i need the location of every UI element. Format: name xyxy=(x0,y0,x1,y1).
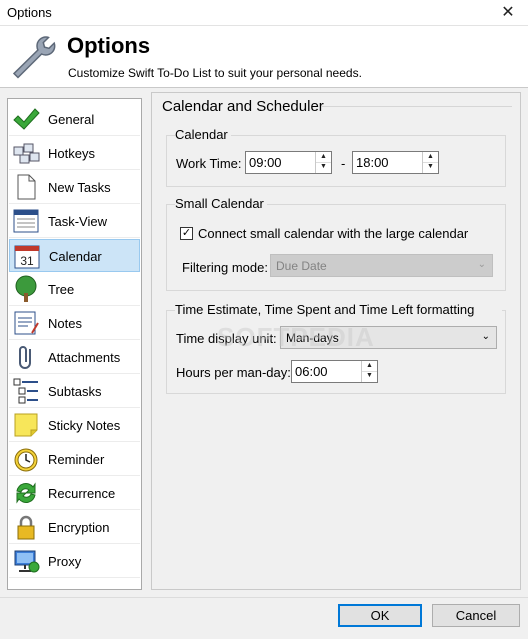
task-view-icon xyxy=(13,209,39,233)
options-category-list: General Hotkeys New Tasks Task-View 31 C… xyxy=(7,98,142,590)
page-title: Options xyxy=(67,33,151,58)
close-icon[interactable]: ✕ xyxy=(488,0,528,26)
small-calendar-group: Small Calendar ✓ Connect small calendar … xyxy=(166,196,506,291)
sidebar-item-general[interactable]: General xyxy=(9,103,140,136)
sidebar-item-label: Subtasks xyxy=(48,384,102,399)
chevron-down-icon: ⌄ xyxy=(477,259,486,270)
group-border xyxy=(265,204,505,205)
sidebar-item-label: Calendar xyxy=(49,249,102,264)
spinner-buttons: ▲ ▼ xyxy=(422,152,438,173)
sidebar-item-attachments[interactable]: Attachments xyxy=(9,341,140,374)
title-bar: Options ✕ xyxy=(0,0,528,26)
sidebar-item-recurrence[interactable]: Recurrence xyxy=(9,477,140,510)
spinner-buttons: ▲ ▼ xyxy=(315,152,331,173)
connect-calendar-checkbox[interactable]: ✓ xyxy=(180,227,193,240)
sidebar-item-label: Recurrence xyxy=(48,486,116,501)
section-title-divider xyxy=(322,106,512,107)
sidebar-item-notes[interactable]: Notes xyxy=(9,307,140,340)
sidebar-item-reminder[interactable]: Reminder xyxy=(9,443,140,476)
recurrence-icon xyxy=(16,482,36,504)
work-time-label: Work Time: xyxy=(176,156,242,171)
sidebar-item-label: Task-View xyxy=(48,214,108,229)
wrench-icon xyxy=(12,36,56,79)
small-calendar-group-title: Small Calendar xyxy=(175,196,267,211)
spinner-buttons: ▲ ▼ xyxy=(361,361,377,382)
checkmark-icon xyxy=(13,108,40,130)
calendar-day-text: 31 xyxy=(20,254,34,268)
tree-icon xyxy=(15,275,37,302)
cancel-button[interactable]: Cancel xyxy=(432,604,520,627)
ok-button[interactable]: OK xyxy=(338,604,422,627)
connect-calendar-label[interactable]: Connect small calendar with the large ca… xyxy=(198,226,468,241)
spin-down-icon[interactable]: ▼ xyxy=(316,162,331,172)
sidebar-item-tree[interactable]: Tree xyxy=(9,273,140,306)
notes-icon xyxy=(14,311,39,335)
calendar-group-title: Calendar xyxy=(175,127,231,142)
calendar-icon: 31 xyxy=(14,245,40,269)
hours-per-man-day-spinner[interactable]: 06:00 ▲ ▼ xyxy=(291,360,378,383)
chevron-down-icon: ⌄ xyxy=(481,331,490,342)
watermark-text: SOFTPEDIA xyxy=(217,322,375,352)
group-border xyxy=(167,135,175,136)
sidebar-item-label: New Tasks xyxy=(48,180,111,195)
sticky-note-icon xyxy=(14,413,38,437)
group-border xyxy=(167,310,175,311)
work-time-end-spinner[interactable]: 18:00 ▲ ▼ xyxy=(352,151,439,174)
page-subtitle: Customize Swift To-Do List to suit your … xyxy=(68,66,362,80)
sidebar-item-label: General xyxy=(48,112,95,127)
sidebar-item-proxy[interactable]: Proxy xyxy=(9,545,140,578)
time-range-separator: - xyxy=(341,156,346,171)
calendar-group: Calendar Work Time: 09:00 ▲ ▼ - 18:00 ▲ … xyxy=(166,127,506,187)
clock-icon xyxy=(14,448,38,472)
filtering-mode-select[interactable]: Due Date ⌄ xyxy=(270,254,493,277)
sidebar-item-sticky-notes[interactable]: Sticky Notes xyxy=(9,409,140,442)
spinner-value: 18:00 xyxy=(356,155,389,170)
section-title: Calendar and Scheduler xyxy=(162,98,324,115)
sidebar-item-label: Encryption xyxy=(48,520,110,535)
sidebar-item-label: Tree xyxy=(48,282,75,297)
hours-per-man-day-label: Hours per man-day: xyxy=(176,365,291,380)
keyboard-icon xyxy=(13,143,40,164)
spin-down-icon[interactable]: ▼ xyxy=(423,162,438,172)
work-time-start-spinner[interactable]: 09:00 ▲ ▼ xyxy=(245,151,332,174)
subtasks-icon xyxy=(13,378,38,404)
spinner-value: 06:00 xyxy=(295,364,328,379)
sidebar-item-calendar[interactable]: 31 Calendar xyxy=(9,239,140,272)
sidebar-item-label: Notes xyxy=(48,316,82,331)
sidebar-item-label: Sticky Notes xyxy=(48,418,121,433)
spinner-value: 09:00 xyxy=(249,155,282,170)
window-title: Options xyxy=(7,5,52,20)
sidebar-item-encryption[interactable]: Encryption xyxy=(9,511,140,544)
sidebar-item-task-view[interactable]: Task-View xyxy=(9,205,140,238)
header: Options Customize Swift To-Do List to su… xyxy=(0,26,528,88)
padlock-icon xyxy=(17,515,35,540)
group-border xyxy=(167,204,175,205)
time-formatting-group-title: Time Estimate, Time Spent and Time Left … xyxy=(175,302,478,317)
sidebar-item-label: Reminder xyxy=(48,452,105,467)
select-value: Due Date xyxy=(276,259,327,273)
sidebar-item-label: Proxy xyxy=(48,554,82,569)
filtering-mode-label: Filtering mode: xyxy=(182,260,268,275)
sidebar-item-label: Attachments xyxy=(48,350,121,365)
sidebar-item-label: Hotkeys xyxy=(48,146,95,161)
spin-down-icon[interactable]: ▼ xyxy=(362,371,377,381)
paperclip-icon xyxy=(19,346,31,369)
group-border xyxy=(229,135,505,136)
network-icon xyxy=(14,550,40,573)
sidebar-item-subtasks[interactable]: Subtasks xyxy=(9,375,140,408)
sidebar-item-new-tasks[interactable]: New Tasks xyxy=(9,171,140,204)
new-document-icon xyxy=(17,174,36,200)
footer-divider xyxy=(0,597,528,598)
group-border xyxy=(502,310,505,311)
sidebar-item-hotkeys[interactable]: Hotkeys xyxy=(9,137,140,170)
